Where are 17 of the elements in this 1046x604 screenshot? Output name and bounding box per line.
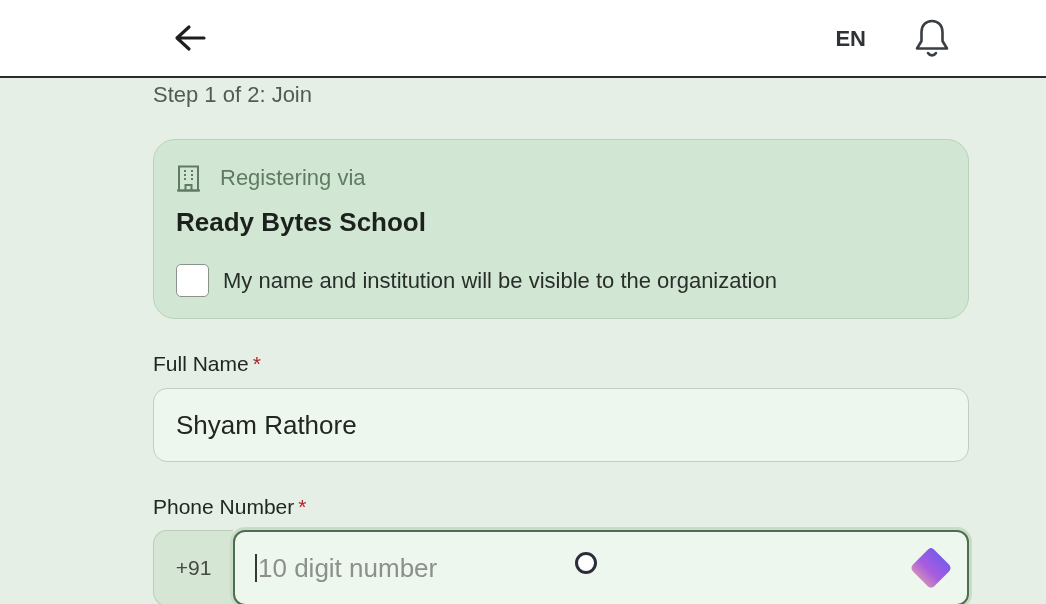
diamond-icon[interactable] (909, 546, 953, 590)
notifications-button[interactable] (914, 18, 950, 58)
building-icon (176, 164, 201, 192)
organization-name: Ready Bytes School (176, 206, 426, 238)
name-input-field[interactable]: Shyam Rathore (153, 388, 969, 462)
registering-via-label: Registering via (220, 165, 366, 191)
language-button[interactable]: EN (835, 26, 866, 52)
text-cursor-icon (255, 554, 257, 582)
field-label: Full Name * (153, 351, 261, 377)
field-label: Phone Number * (153, 494, 307, 520)
consent-checkbox[interactable] (176, 264, 209, 297)
bell-icon (914, 18, 950, 58)
country-code-prefix[interactable]: +91 (153, 530, 233, 604)
back-arrow-icon (174, 24, 206, 52)
back-button[interactable] (174, 24, 206, 52)
step-indicator: Step 1 of 2: Join (153, 82, 312, 108)
consent-label: My name and institution will be visible to the organization (223, 267, 777, 294)
